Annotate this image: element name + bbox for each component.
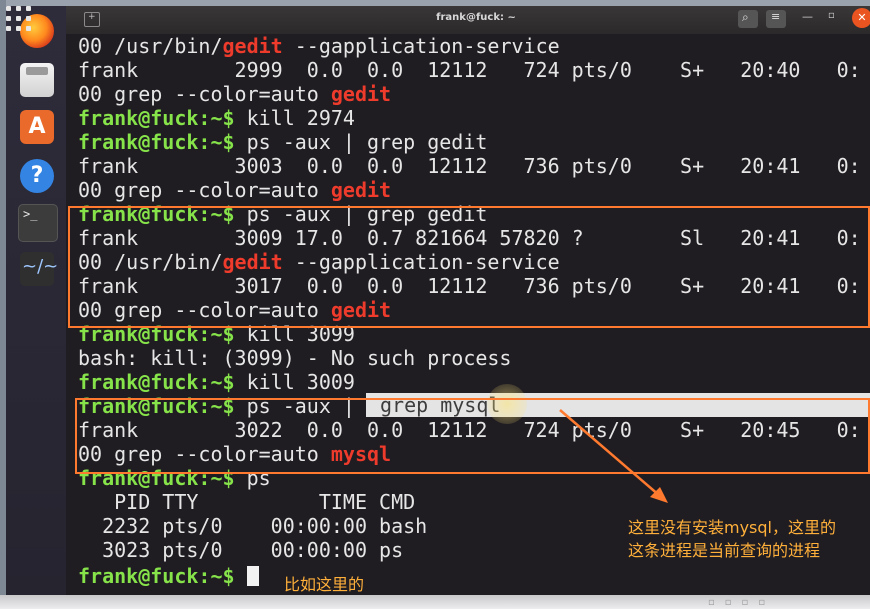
terminal-line: 2232 pts/0 00:00:00 bash [78, 514, 428, 538]
window-title: frank@fuck: ~ [436, 12, 516, 23]
annotation-box-mysql [75, 398, 870, 474]
dock: A ? >_ ~/~ [6, 6, 66, 596]
search-button[interactable]: ⌕ [738, 10, 758, 28]
terminal-line: 3023 pts/0 00:00:00 ps [78, 538, 404, 562]
terminal-glyph: >_ [23, 207, 38, 221]
terminal-line: frank@fuck:~$ kill 2974 [78, 106, 355, 130]
system-monitor-glyph: ~/~ [22, 256, 59, 277]
software-center-icon[interactable]: A [20, 110, 54, 144]
minimize-button[interactable]: — [802, 10, 813, 23]
close-button[interactable]: ✕ [852, 8, 870, 28]
hamburger-menu-icon: ≡ [771, 10, 781, 23]
terminal-line: frank@fuck:~$ [78, 564, 259, 588]
system-monitor-icon[interactable]: ~/~ [20, 252, 58, 286]
terminal-line: frank 2999 0.0 0.0 12112 724 pts/0 S+ 20… [78, 58, 861, 82]
annotation-note-line2: 这条进程是当前查询的进程 [628, 541, 821, 560]
terminal-line: bash: kill: (3099) - No such process [78, 346, 512, 370]
window-titlebar[interactable]: + frank@fuck: ~ ⌕ ≡ — ▫ ✕ [66, 6, 870, 34]
bezel-icons: ▫▫▫▫ [708, 597, 776, 608]
files-icon[interactable] [20, 63, 54, 97]
new-tab-icon[interactable]: + [84, 12, 100, 27]
text-cursor [246, 566, 259, 586]
shell-prompt: frank@fuck:~$ [78, 370, 235, 394]
terminal-line: 00 grep --color=auto gedit [78, 82, 392, 106]
annotation-note-line1: 这里没有安装mysql，这里的 [628, 518, 836, 537]
annotation-box-gedit [68, 206, 870, 328]
annotation-note-bottom: 比如这里的 [284, 575, 365, 594]
shell-prompt: frank@fuck:~$ [78, 130, 235, 154]
terminal-line: 00 /usr/bin/gedit --gapplication-service [78, 34, 560, 58]
terminal-line: frank 3003 0.0 0.0 12112 736 pts/0 S+ 20… [78, 154, 861, 178]
terminal-line: frank@fuck:~$ kill 3009 [78, 370, 355, 394]
terminal-line: frank@fuck:~$ ps -aux | grep gedit [78, 130, 488, 154]
software-center-glyph: A [28, 114, 46, 139]
shell-prompt: frank@fuck:~$ [78, 106, 235, 130]
terminal-icon[interactable]: >_ [18, 204, 58, 242]
help-glyph: ? [30, 163, 44, 188]
terminal-line: 00 grep --color=auto gedit [78, 178, 392, 202]
help-icon[interactable]: ? [20, 159, 54, 193]
search-icon: ⌕ [742, 10, 749, 24]
terminal-line: PID TTY TIME CMD [78, 490, 416, 514]
maximize-button[interactable]: ▫ [828, 10, 835, 21]
menu-button[interactable]: ≡ [766, 10, 786, 28]
shell-prompt: frank@fuck:~$ [78, 564, 235, 588]
